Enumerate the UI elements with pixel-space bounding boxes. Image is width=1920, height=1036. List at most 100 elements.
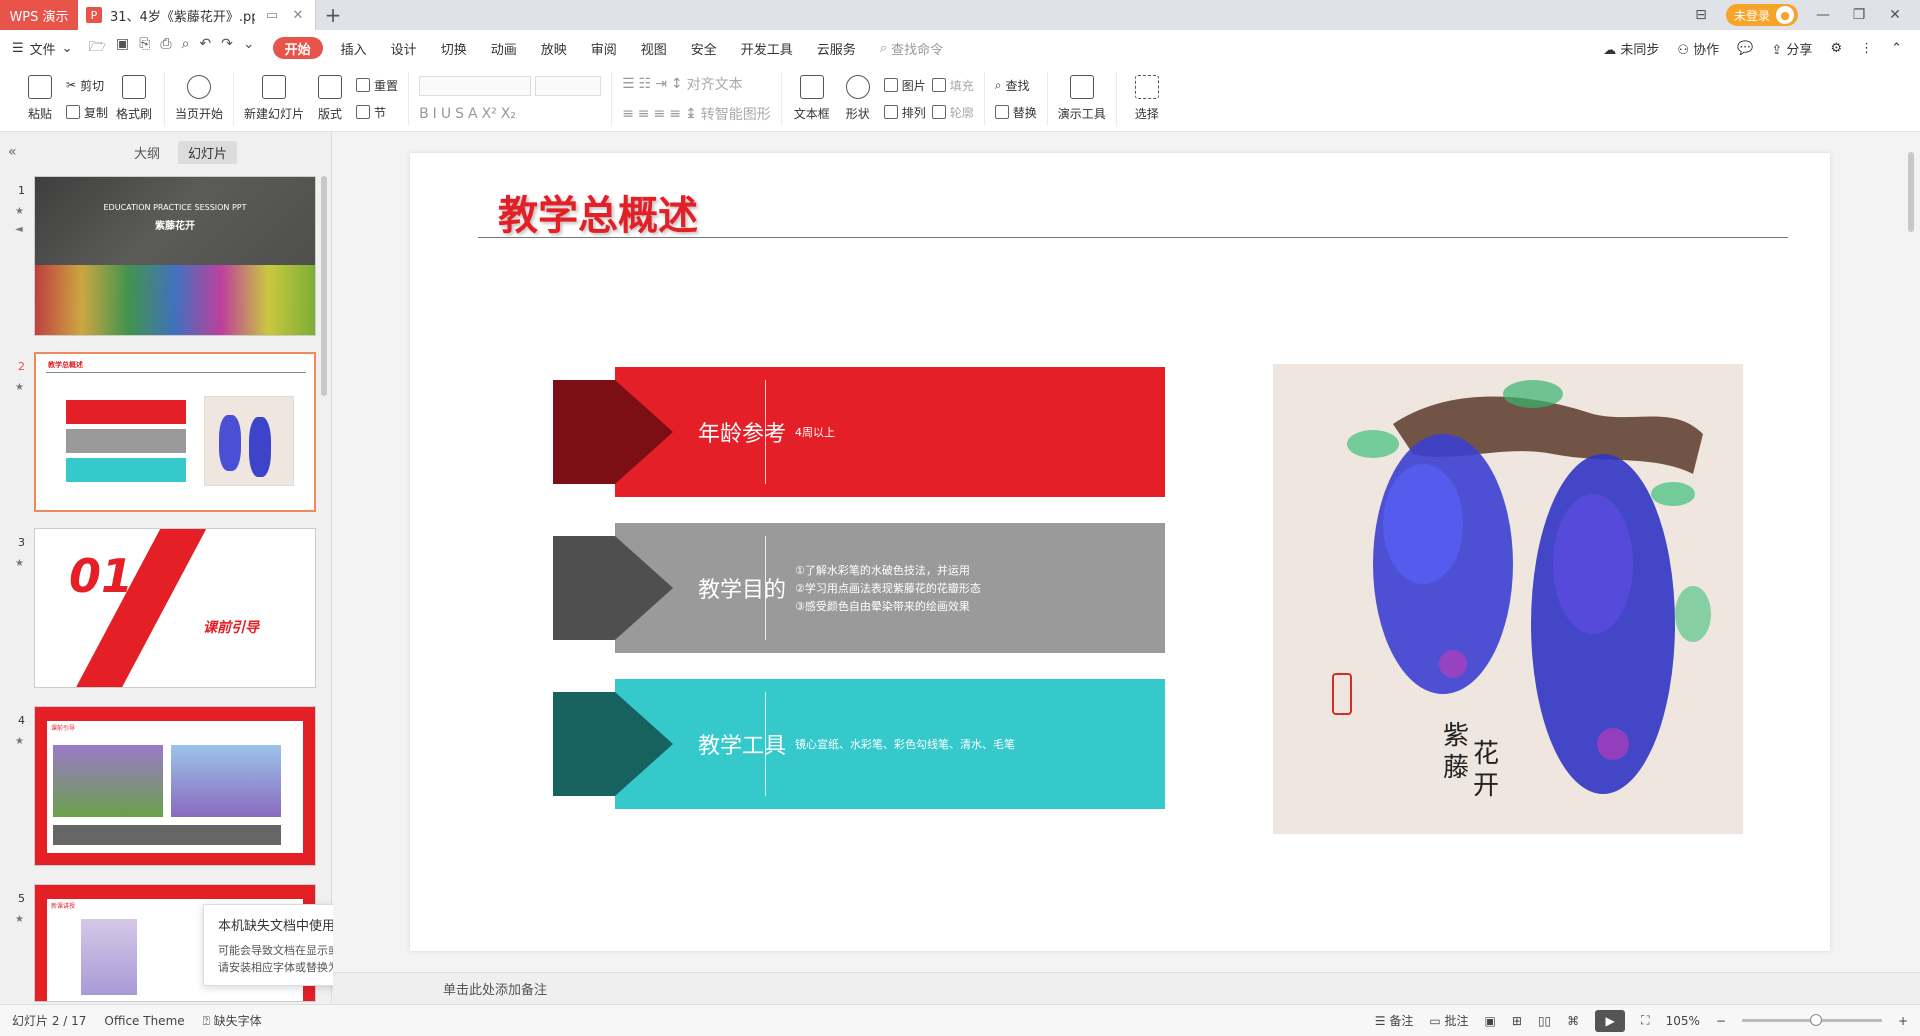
app-badge[interactable]: WPS 演示 [0, 0, 78, 30]
align-text-button[interactable]: 对齐文本 [687, 74, 743, 94]
justify-icon[interactable]: ≡ [669, 106, 681, 122]
comment-icon[interactable]: 💬 [1737, 41, 1753, 56]
zoom-out-icon[interactable]: − [1716, 1014, 1726, 1028]
tab-security[interactable]: 安全 [679, 37, 729, 59]
slide-sorter-icon[interactable]: ⊞ [1512, 1014, 1522, 1028]
command-search[interactable]: ⌕ 查找命令 [880, 39, 943, 58]
comments-toggle[interactable]: ▭ 批注 [1429, 1012, 1468, 1029]
bold-icon[interactable]: B [419, 106, 429, 122]
tab-home[interactable]: 开始 [272, 37, 323, 59]
tab-review[interactable]: 审阅 [579, 37, 629, 59]
start-current-button[interactable]: 当页开始 [175, 75, 223, 122]
missing-font-button[interactable]: ⍰ 缺失字体 [203, 1012, 262, 1029]
paste-button[interactable]: 粘贴 [20, 75, 60, 122]
line-spacing-icon[interactable]: ↨ [685, 106, 697, 122]
slide-thumbnail-2[interactable]: 教学总概述 [34, 352, 316, 512]
smart-graphic-button[interactable]: 转智能图形 [701, 104, 771, 124]
collapse-panel-icon[interactable]: « [8, 144, 24, 160]
camera-icon[interactable]: ⌘ [1567, 1014, 1579, 1028]
cut-button[interactable]: ✂ 剪切 [66, 77, 108, 94]
notes-bar[interactable]: 单击此处添加备注 [333, 972, 1920, 1004]
open-icon[interactable]: 🗁 [89, 36, 106, 60]
align-right-icon[interactable]: ≡ [654, 106, 666, 122]
customize-icon[interactable]: ⌄ [243, 36, 255, 60]
tab-transitions[interactable]: 切换 [429, 37, 479, 59]
zoom-in-icon[interactable]: + [1898, 1014, 1908, 1028]
file-menu[interactable]: ☰ 文件 ⌄ [12, 39, 73, 58]
strikethrough-icon[interactable]: S [455, 106, 464, 122]
current-slide[interactable]: 教学总概述 年龄参考 4周以上 教学目的 ①了解水彩笔的水破色技法，并运用 ②学… [410, 153, 1830, 951]
shapes-button[interactable]: 形状 [838, 75, 878, 122]
number-list-icon[interactable]: ☷ [639, 76, 652, 92]
indent-icon[interactable]: ⇥ [655, 76, 667, 92]
slide-thumbnail-1[interactable]: EDUCATION PRACTICE SESSION PPT 紫藤花开 [34, 176, 316, 336]
zoom-slider[interactable] [1741, 1014, 1882, 1026]
print-icon[interactable]: ⎙ [160, 36, 171, 60]
document-tab[interactable]: P 31、4岁《紫藤花开》.pptx ▭ ✕ [78, 0, 316, 30]
notes-toggle[interactable]: ☰ 备注 [1375, 1012, 1414, 1029]
tab-developer[interactable]: 开发工具 [729, 37, 805, 59]
export-icon[interactable]: ⎘ [139, 36, 150, 60]
font-size-select[interactable] [535, 75, 602, 96]
minimize-icon[interactable]: — [1812, 4, 1834, 26]
tab-slideshow[interactable]: 放映 [529, 37, 579, 59]
collapse-ribbon-icon[interactable]: ⌃ [1891, 41, 1902, 56]
close-tab-icon[interactable]: ✕ [289, 6, 307, 24]
italic-icon[interactable]: I [433, 106, 437, 122]
tab-design[interactable]: 设计 [379, 37, 429, 59]
picture-button[interactable]: 图片 [883, 77, 926, 94]
settings-icon[interactable]: ⚙ [1830, 41, 1842, 56]
font-color-icon[interactable]: A [468, 106, 478, 122]
pin-tab-icon[interactable]: ▭ [263, 6, 281, 24]
login-button[interactable]: 未登录 ● [1725, 4, 1798, 26]
reading-view-icon[interactable]: ▯▯ [1538, 1014, 1551, 1028]
bullet-list-icon[interactable]: ☰ [622, 76, 635, 92]
presentation-tools-button[interactable]: 演示工具 [1058, 75, 1106, 122]
font-family-select[interactable] [419, 75, 532, 96]
preview-icon[interactable]: ⌕ [182, 36, 190, 60]
text-direction-icon[interactable]: ↕ [671, 76, 683, 92]
undo-icon[interactable]: ↶ [199, 36, 211, 60]
new-tab-button[interactable]: + [316, 0, 350, 30]
slide-thumbnail-4[interactable]: 课前引导 [34, 706, 316, 866]
tab-slides[interactable]: 幻灯片 [178, 140, 238, 164]
tab-cloud[interactable]: 云服务 [805, 37, 868, 59]
tab-insert[interactable]: 插入 [329, 37, 379, 59]
superscript-icon[interactable]: X² [482, 106, 497, 122]
normal-view-icon[interactable]: ▣ [1485, 1014, 1496, 1028]
align-left-icon[interactable]: ≡ [622, 106, 634, 122]
wisteria-painting-image[interactable]: 紫 藤 花 开 [1273, 364, 1743, 834]
slide-thumbnail-3[interactable]: 01 课前引导 [34, 528, 316, 688]
more-icon[interactable]: ⋮ [1860, 41, 1873, 56]
outline-button[interactable]: 轮廓 [931, 104, 974, 121]
select-button[interactable]: 选择 [1127, 75, 1167, 122]
play-slideshow-button[interactable]: ▶ [1595, 1009, 1626, 1032]
textbox-button[interactable]: 文本框 [792, 75, 832, 122]
new-slide-button[interactable]: 新建幻灯片 [244, 75, 304, 122]
align-center-icon[interactable]: ≡ [638, 106, 650, 122]
subscript-icon[interactable]: X₂ [501, 106, 516, 122]
close-window-icon[interactable]: ✕ [1884, 4, 1906, 26]
collaborate-button[interactable]: ⚇ 协作 [1677, 39, 1719, 58]
fill-button[interactable]: 填充 [931, 77, 974, 94]
replace-button[interactable]: 替换 [994, 104, 1037, 121]
thumbnail-scrollbar[interactable] [321, 176, 327, 396]
slide-title[interactable]: 教学总概述 [498, 183, 698, 241]
layout-switch-icon[interactable]: ⊟ [1690, 4, 1712, 26]
restore-icon[interactable]: ❐ [1848, 4, 1870, 26]
share-button[interactable]: ⇪ 分享 [1771, 39, 1812, 58]
redo-icon[interactable]: ↷ [221, 36, 233, 60]
vertical-scrollbar[interactable] [1903, 132, 1920, 972]
layout-button[interactable]: 版式 [310, 75, 350, 122]
reset-button[interactable]: 重置 [356, 77, 398, 94]
copy-button[interactable]: 复制 [66, 104, 108, 121]
save-icon[interactable]: ▣ [116, 36, 129, 60]
underline-icon[interactable]: U [441, 106, 451, 122]
zoom-slider-knob[interactable] [1809, 1014, 1822, 1026]
tab-view[interactable]: 视图 [629, 37, 679, 59]
arrange-button[interactable]: 排列 [883, 104, 926, 121]
tab-animations[interactable]: 动画 [479, 37, 529, 59]
fit-window-icon[interactable]: ⛶ [1641, 1013, 1649, 1028]
sync-status[interactable]: ☁ 未同步 [1603, 39, 1659, 58]
zoom-level[interactable]: 105% [1666, 1014, 1700, 1028]
